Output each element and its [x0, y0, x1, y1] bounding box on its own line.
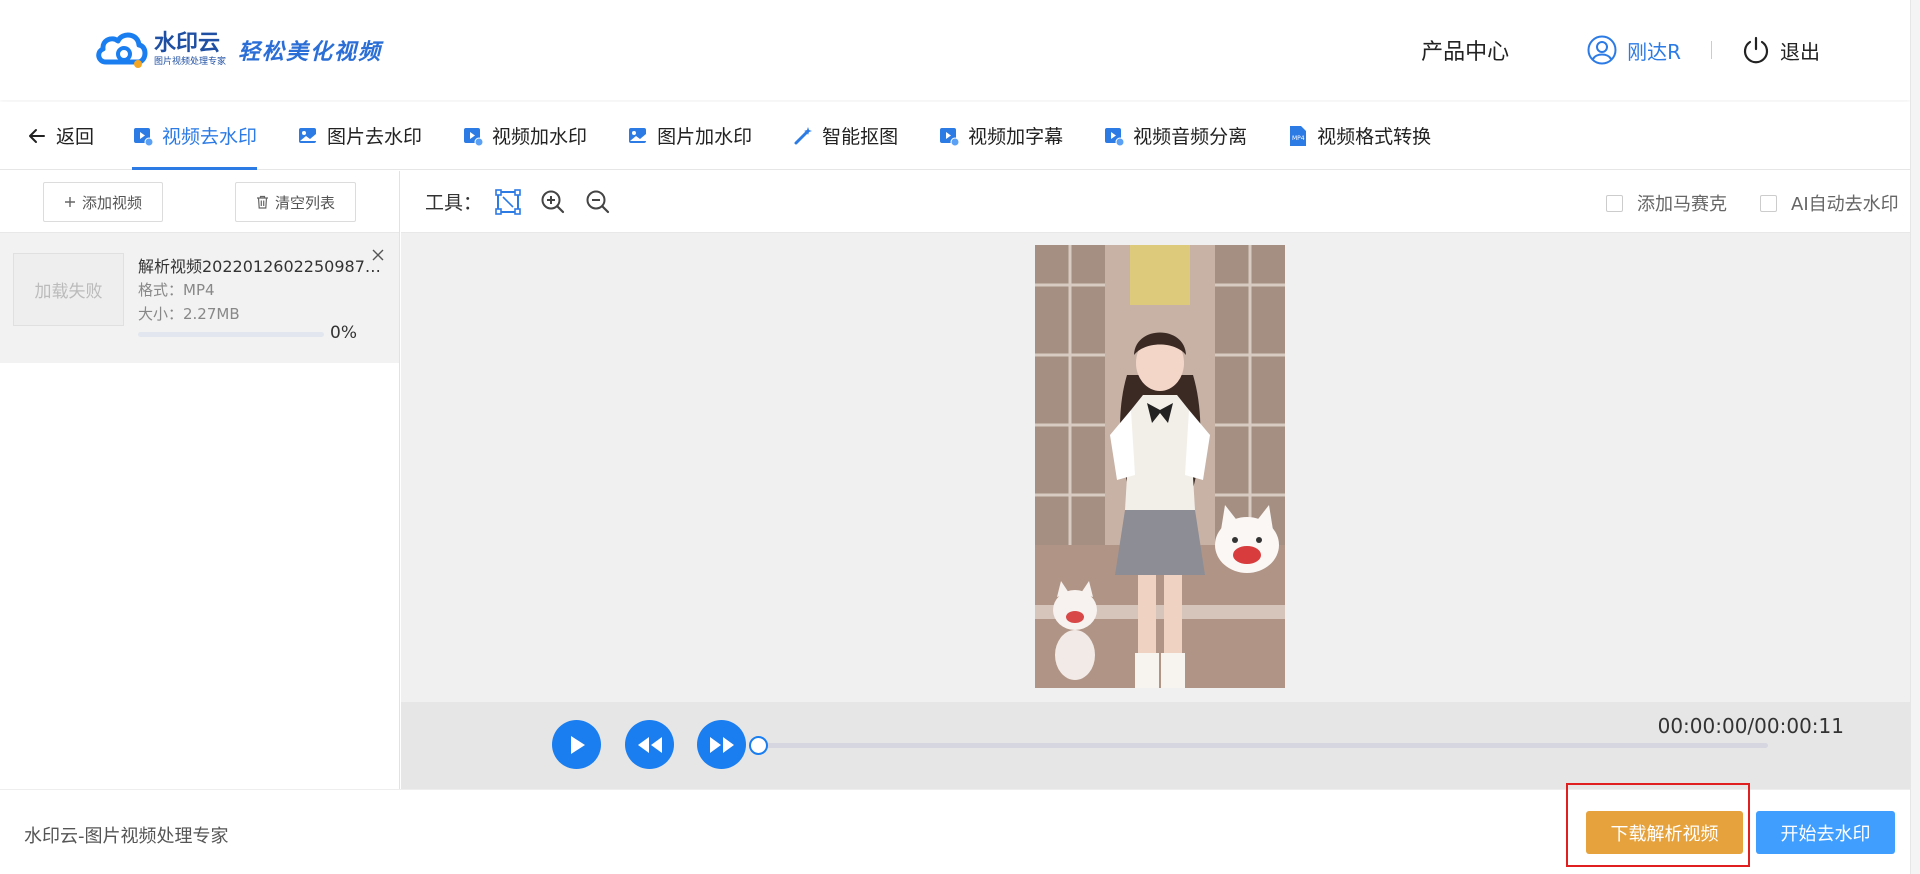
file-name: 解析视频20220126022509874...: [138, 257, 382, 276]
video-frame-image: [1035, 245, 1285, 688]
progress-bar: [138, 332, 324, 337]
ai-remove-watermark-checkbox[interactable]: AI自动去水印: [1760, 190, 1899, 216]
video-icon: [940, 127, 960, 146]
thumbnail-error-text: 加载失败: [34, 282, 103, 302]
fast-forward-button[interactable]: [697, 720, 746, 769]
back-button[interactable]: 返回: [26, 122, 94, 149]
fast-forward-icon: [709, 736, 734, 753]
zoom-in-icon[interactable]: [539, 188, 567, 216]
logo-name: 水印云: [154, 31, 221, 56]
tool-nav: 返回 视频去水印 图片去水印 视频加水印 图片加水印 智能抠图 视频加字幕 视频…: [0, 102, 1910, 170]
play-icon: [570, 735, 585, 754]
editor-area: 工具： 添加马赛克 AI自动去水印 00:00:00/00:00:11: [401, 171, 1910, 789]
video-thumbnail: 加载失败: [13, 253, 124, 326]
clear-list-label: 清空列表: [274, 193, 335, 212]
file-size: 大小：2.27MB: [138, 305, 240, 323]
mp4-file-icon: MP4: [1290, 125, 1307, 146]
user-menu[interactable]: 刚达R: [1587, 35, 1681, 65]
checkbox-box[interactable]: [1606, 194, 1623, 212]
video-icon: [1105, 127, 1125, 146]
tab-label: 视频格式转换: [1317, 126, 1432, 148]
user-icon: [1587, 35, 1617, 65]
cloud-logo-icon: [96, 32, 148, 68]
divider: [1711, 41, 1712, 59]
tab-image-add-watermark[interactable]: 图片加水印: [627, 102, 752, 170]
tab-label: 视频音频分离: [1133, 126, 1248, 148]
file-list-item[interactable]: 加载失败 解析视频20220126022509874... 格式：MP4 大小：…: [0, 233, 399, 363]
back-label: 返回: [56, 126, 95, 148]
tab-label: 图片加水印: [657, 126, 753, 148]
tab-video-remove-watermark[interactable]: 视频去水印: [132, 102, 258, 170]
start-remove-watermark-button[interactable]: 开始去水印: [1756, 811, 1895, 854]
ai-remove-label: AI自动去水印: [1791, 194, 1899, 215]
add-mosaic-checkbox[interactable]: 添加马赛克: [1606, 190, 1727, 216]
logout-button[interactable]: 退出: [1742, 36, 1820, 65]
username: 刚达R: [1627, 39, 1681, 64]
seek-bar[interactable]: [749, 736, 1768, 755]
svg-text:MP4: MP4: [1292, 135, 1305, 142]
video-player-controls: 00:00:00/00:00:11: [401, 702, 1910, 789]
logout-label: 退出: [1780, 39, 1820, 64]
editor-toolbar: 工具： 添加马赛克 AI自动去水印: [401, 171, 1910, 233]
trash-icon: [256, 195, 268, 209]
plus-icon: [64, 197, 75, 207]
download-parsed-video-button[interactable]: 下载解析视频: [1586, 811, 1743, 854]
play-button[interactable]: [552, 720, 601, 769]
tools-label: 工具：: [425, 192, 483, 214]
clear-list-button[interactable]: 清空列表: [235, 182, 356, 222]
tab-label: 视频加水印: [492, 126, 588, 148]
zoom-out-icon[interactable]: [584, 188, 612, 216]
image-icon: [299, 127, 317, 143]
add-video-label: 添加视频: [81, 193, 142, 212]
tab-video-audio-separation[interactable]: 视频音频分离: [1103, 102, 1247, 170]
tab-video-subtitles[interactable]: 视频加字幕: [938, 102, 1063, 170]
tab-label: 视频去水印: [162, 126, 258, 148]
tab-label: 视频加字幕: [968, 126, 1064, 148]
tab-video-add-watermark[interactable]: 视频加水印: [462, 102, 587, 170]
tab-smart-cutout[interactable]: 智能抠图: [792, 102, 898, 170]
tab-video-format-convert[interactable]: MP4 视频格式转换: [1287, 102, 1431, 170]
window-scrollbar[interactable]: [1910, 0, 1920, 874]
progress-percent: 0%: [330, 323, 357, 343]
footer-brand-text: 水印云-图片视频处理专家: [24, 826, 229, 847]
playback-time: 00:00:00/00:00:11: [1657, 714, 1844, 738]
checkbox-box[interactable]: [1760, 194, 1777, 212]
seek-handle[interactable]: [749, 736, 768, 755]
video-preview[interactable]: [1035, 245, 1285, 688]
tab-image-remove-watermark[interactable]: 图片去水印: [297, 102, 422, 170]
top-header: 水印云 图片视频处理专家 轻松美化视频 产品中心 刚达R 退出: [0, 0, 1910, 100]
tab-label: 图片去水印: [327, 126, 423, 148]
logo-slogan: 轻松美化视频: [238, 39, 383, 65]
file-list-panel: 添加视频 清空列表 加载失败 解析视频20220126022509874... …: [0, 171, 400, 789]
rewind-button[interactable]: [625, 720, 674, 769]
bottom-bar: 水印云-图片视频处理专家 下载解析视频 开始去水印: [0, 783, 1910, 874]
video-icon: [134, 127, 154, 146]
magic-wand-icon: [794, 126, 813, 144]
logo[interactable]: 水印云 图片视频处理专家 轻松美化视频: [94, 28, 382, 72]
power-icon: [1743, 36, 1769, 64]
video-icon: [464, 127, 484, 146]
arrow-left-icon: [29, 128, 45, 143]
file-format: 格式：MP4: [138, 281, 215, 299]
close-icon[interactable]: [368, 245, 388, 265]
select-region-icon[interactable]: [494, 188, 522, 216]
product-center-link[interactable]: 产品中心: [1421, 34, 1509, 66]
image-icon: [629, 127, 647, 143]
add-video-button[interactable]: 添加视频: [43, 182, 163, 222]
file-list-actions: 添加视频 清空列表: [0, 171, 399, 233]
header-actions: 产品中心 刚达R 退出: [1421, 30, 1820, 70]
tab-label: 智能抠图: [822, 126, 899, 148]
rewind-icon: [637, 736, 662, 753]
add-mosaic-label: 添加马赛克: [1637, 194, 1727, 215]
logo-subtitle: 图片视频处理专家: [154, 57, 227, 67]
